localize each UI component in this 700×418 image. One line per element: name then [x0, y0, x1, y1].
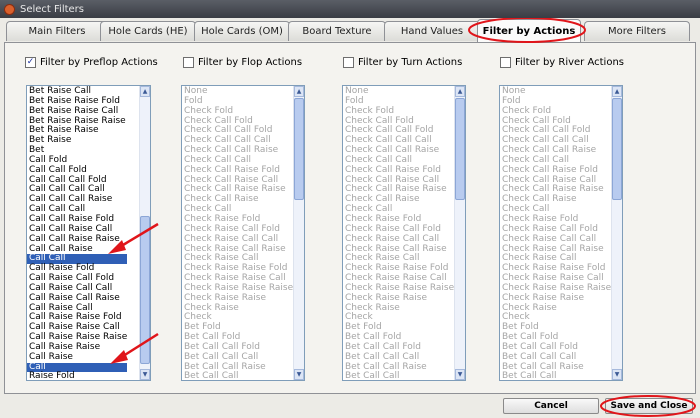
scroll-down-icon[interactable]: ▼	[294, 369, 304, 380]
scroll-down-icon[interactable]: ▼	[612, 369, 622, 380]
app-icon	[4, 3, 15, 15]
flop-filter-toggle[interactable]: Filter by Flop Actions	[183, 57, 302, 68]
river-list-items: None Fold Check Fold Check Call Fold Check C…	[500, 86, 611, 380]
flop-list-item[interactable]: Bet Call Call	[182, 372, 293, 380]
flop-scroll-thumb[interactable]	[294, 98, 304, 200]
preflop-list-item[interactable]: Raise Fold	[27, 372, 127, 380]
turn-list-items: None Fold Check Fold Check Call Fold Check C…	[343, 86, 454, 380]
tab-hole-cards-om[interactable]: Hole Cards (OM)	[194, 21, 290, 41]
tab-hand-values[interactable]: Hand Values	[384, 21, 480, 41]
turn-scroll-thumb[interactable]	[455, 98, 465, 200]
window-title: Select Filters	[20, 3, 85, 15]
turn-filter-toggle[interactable]: Filter by Turn Actions	[343, 57, 462, 68]
tab-board-texture[interactable]: Board Texture	[288, 21, 386, 41]
title-bar: Select Filters	[0, 0, 700, 18]
preflop-scroll-thumb[interactable]	[140, 216, 150, 364]
scroll-up-icon[interactable]: ▲	[612, 86, 622, 97]
flop-list-items: None Fold Check Fold Check Call Fold Check C…	[182, 86, 293, 380]
preflop-scrollbar[interactable]: ▲ ▼	[139, 86, 150, 380]
preflop-filter-label: Filter by Preflop Actions	[40, 57, 158, 68]
river-filter-label: Filter by River Actions	[515, 57, 625, 68]
turn-checkbox[interactable]	[343, 57, 354, 68]
save-and-close-button[interactable]: Save and Close	[605, 398, 693, 414]
preflop-list-items: Bet Raise Call Bet Raise Raise Fold Bet Ra…	[27, 86, 128, 380]
cancel-button[interactable]: Cancel	[503, 398, 599, 414]
river-checkbox[interactable]	[500, 57, 511, 68]
tab-strip: Main Filters Hole Cards (HE) Hole Cards …	[0, 18, 700, 42]
scroll-up-icon[interactable]: ▲	[294, 86, 304, 97]
turn-scrollbar[interactable]: ▲ ▼	[454, 86, 465, 380]
turn-actions-list[interactable]: None Fold Check Fold Check Call Fold Check C…	[342, 85, 466, 381]
river-list-item[interactable]: Bet Call Call	[500, 372, 611, 380]
river-actions-list[interactable]: None Fold Check Fold Check Call Fold Check C…	[499, 85, 623, 381]
scroll-down-icon[interactable]: ▼	[455, 369, 465, 380]
flop-filter-label: Filter by Flop Actions	[198, 57, 303, 68]
tab-more-filters[interactable]: More Filters	[584, 21, 690, 41]
flop-scrollbar[interactable]: ▲ ▼	[293, 86, 304, 380]
filter-by-actions-panel: ✓ Filter by Preflop Actions Bet Raise Ca…	[4, 42, 696, 394]
scroll-up-icon[interactable]: ▲	[455, 86, 465, 97]
tab-hole-cards-he[interactable]: Hole Cards (HE)	[100, 21, 196, 41]
turn-filter-label: Filter by Turn Actions	[358, 57, 463, 68]
turn-list-item[interactable]: Bet Call Call	[343, 372, 454, 380]
scroll-down-icon[interactable]: ▼	[140, 369, 150, 380]
flop-actions-list[interactable]: None Fold Check Fold Check Call Fold Check C…	[181, 85, 305, 381]
select-filters-dialog: Main Filters Hole Cards (HE) Hole Cards …	[0, 18, 700, 418]
river-filter-toggle[interactable]: Filter by River Actions	[500, 57, 624, 68]
tab-main-filters[interactable]: Main Filters	[6, 21, 108, 41]
preflop-actions-list[interactable]: Bet Raise Call Bet Raise Raise Fold Bet Ra…	[26, 85, 151, 381]
scroll-up-icon[interactable]: ▲	[140, 86, 150, 97]
river-scrollbar[interactable]: ▲ ▼	[611, 86, 622, 380]
river-scroll-thumb[interactable]	[612, 98, 622, 200]
tab-filter-by-actions[interactable]: Filter by Actions	[477, 19, 581, 42]
preflop-checkbox[interactable]: ✓	[25, 57, 36, 68]
preflop-filter-toggle[interactable]: ✓ Filter by Preflop Actions	[25, 57, 158, 68]
flop-checkbox[interactable]	[183, 57, 194, 68]
